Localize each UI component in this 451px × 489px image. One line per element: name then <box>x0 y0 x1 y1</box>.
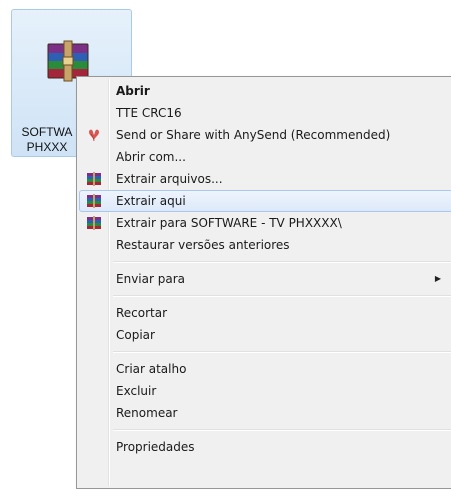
menu-item-excluir[interactable]: Excluir <box>79 380 451 402</box>
menu-item-restaurar-versoes[interactable]: Restaurar versões anteriores <box>79 234 451 256</box>
menu-item-copiar[interactable]: Copiar <box>79 324 451 346</box>
file-name-label: SOFTWA PHXXX <box>21 125 73 154</box>
menu-item-label: TTE CRC16 <box>116 106 182 120</box>
menu-item-extrair-aqui[interactable]: Extrair aqui <box>79 190 451 212</box>
menu-item-label: Excluir <box>116 384 157 398</box>
context-menu: Abrir TTE CRC16 Send or Share with AnySe… <box>76 76 451 489</box>
menu-item-label: Enviar para <box>116 272 185 286</box>
winrar-icon <box>87 172 101 186</box>
menu-item-anysend[interactable]: Send or Share with AnySend (Recommended) <box>79 124 451 146</box>
menu-separator <box>113 429 451 431</box>
menu-item-label: Extrair para SOFTWARE - TV PHXXXX\ <box>116 216 342 230</box>
menu-item-label: Abrir com... <box>116 150 186 164</box>
menu-item-abrir[interactable]: Abrir <box>79 80 451 102</box>
menu-item-recortar[interactable]: Recortar <box>79 302 451 324</box>
menu-item-abrir-com[interactable]: Abrir com... <box>79 146 451 168</box>
menu-item-tte-crc16[interactable]: TTE CRC16 <box>79 102 451 124</box>
menu-item-label: Criar atalho <box>116 362 187 376</box>
winrar-icon <box>87 216 101 230</box>
menu-item-label: Extrair aqui <box>116 194 186 208</box>
menu-item-label: Abrir <box>116 84 150 98</box>
menu-separator <box>113 295 451 297</box>
menu-item-label: Copiar <box>116 328 155 342</box>
menu-item-criar-atalho[interactable]: Criar atalho <box>79 358 451 380</box>
menu-separator <box>113 261 451 263</box>
menu-item-extrair-para[interactable]: Extrair para SOFTWARE - TV PHXXXX\ <box>79 212 451 234</box>
menu-item-extrair-arquivos[interactable]: Extrair arquivos... <box>79 168 451 190</box>
menu-item-propriedades[interactable]: Propriedades <box>79 436 451 458</box>
menu-item-label: Send or Share with AnySend (Recommended) <box>116 128 391 142</box>
menu-item-renomear[interactable]: Renomear <box>79 402 451 424</box>
submenu-arrow-icon: ▶ <box>434 274 441 283</box>
menu-item-label: Propriedades <box>116 440 195 454</box>
winrar-icon <box>87 194 101 208</box>
menu-item-label: Extrair arquivos... <box>116 172 223 186</box>
menu-item-label: Restaurar versões anteriores <box>116 238 290 252</box>
menu-item-label: Recortar <box>116 306 168 320</box>
menu-separator <box>113 351 451 353</box>
menu-item-enviar-para[interactable]: Enviar para ▶ <box>79 268 451 290</box>
anysend-icon <box>89 129 99 142</box>
menu-item-label: Renomear <box>116 406 178 420</box>
